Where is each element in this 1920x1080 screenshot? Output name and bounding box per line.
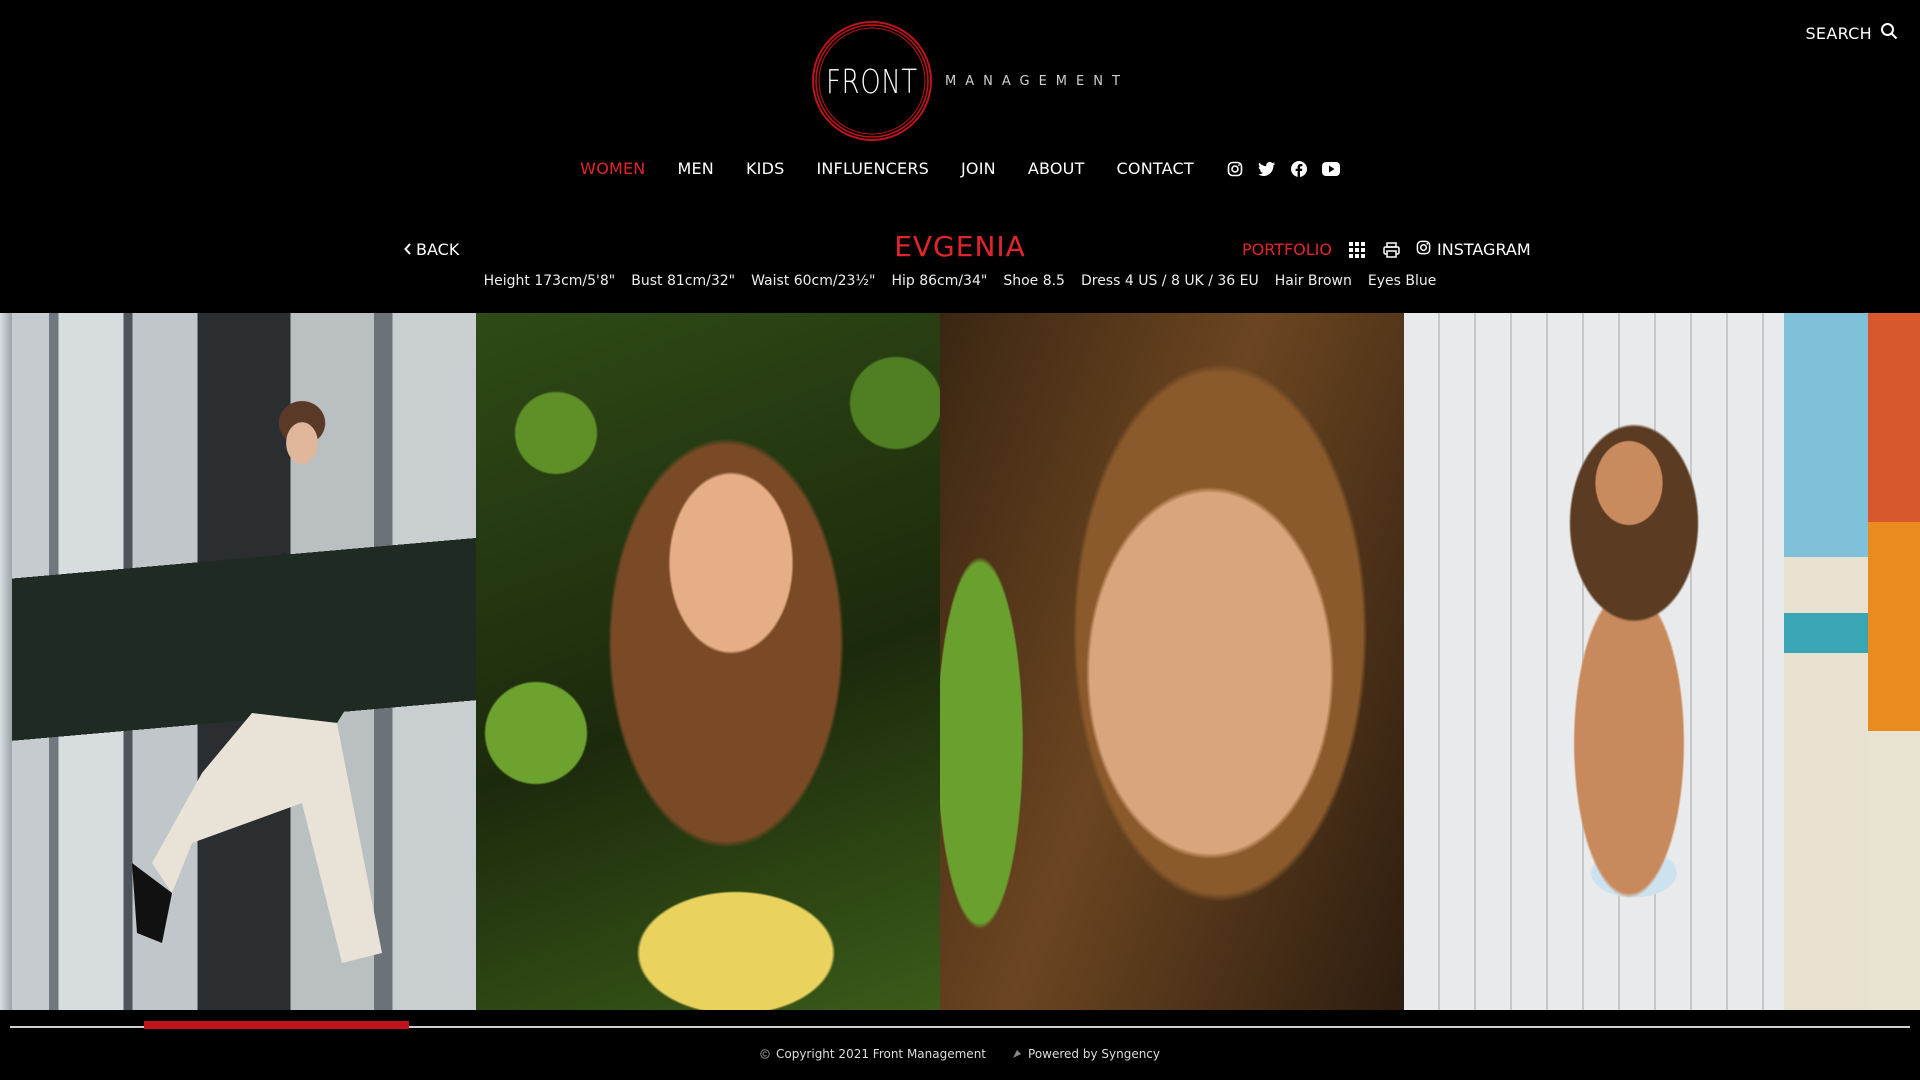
model-stats: Height 173cm/5'8" Bust 81cm/32" Waist 60… [0, 273, 1920, 289]
stat-eyes: Eyes Blue [1367, 273, 1437, 289]
model-actions: PORTFOLIO INSTAGRAM [1242, 240, 1531, 259]
powered-by[interactable]: Powered by Syngency [1012, 1047, 1160, 1061]
search-label: SEARCH [1805, 23, 1872, 43]
instagram-icon [1416, 240, 1431, 259]
main-nav: WOMEN MEN KIDS INFLUENCERS JOIN ABOUT CO… [0, 159, 1920, 178]
instagram-link[interactable]: INSTAGRAM [1416, 240, 1531, 259]
stat-height: Height 173cm/5'8" [483, 273, 616, 289]
gallery-photo[interactable] [940, 313, 1404, 1010]
twitter-icon[interactable] [1257, 160, 1276, 178]
gallery-photo[interactable] [12, 313, 476, 1010]
nav-item-about[interactable]: ABOUT [1028, 159, 1085, 178]
nav-item-men[interactable]: MEN [677, 159, 713, 178]
photo-gallery[interactable] [0, 313, 1920, 1010]
logo-ring: FRONT [809, 18, 935, 144]
nav-item-contact[interactable]: CONTACT [1117, 159, 1194, 178]
facebook-icon[interactable] [1290, 160, 1308, 178]
logo-management-text: MANAGEMENT [945, 73, 1129, 89]
footer: Copyright 2021 Front Management Powered … [0, 1047, 1920, 1061]
stat-dress: Dress 4 US / 8 UK / 36 EU [1080, 273, 1259, 289]
logo-front-text: FRONT [826, 61, 918, 101]
model-figure [132, 553, 382, 963]
copyright: Copyright 2021 Front Management [760, 1047, 986, 1061]
instagram-icon[interactable] [1226, 160, 1244, 178]
social-links [1226, 160, 1340, 178]
search-button[interactable]: SEARCH [1805, 22, 1898, 44]
youtube-icon[interactable] [1321, 160, 1340, 178]
stat-bust: Bust 81cm/32" [631, 273, 736, 289]
instagram-label: INSTAGRAM [1437, 240, 1531, 259]
model-name: EVGENIA [894, 230, 1026, 263]
gallery-photo[interactable] [476, 313, 940, 1010]
nav-item-women[interactable]: WOMEN [580, 159, 645, 178]
nav-item-join[interactable]: JOIN [961, 159, 996, 178]
gallery-photo[interactable] [1868, 313, 1920, 1010]
gallery-scroll-thumb[interactable] [144, 1021, 409, 1029]
nav-item-kids[interactable]: KIDS [746, 159, 785, 178]
gallery-photo[interactable] [1784, 313, 1868, 1010]
powered-by-text: Powered by Syngency [1028, 1047, 1161, 1061]
logo[interactable]: FRONT MANAGEMENT [809, 18, 1129, 144]
gallery-photo[interactable] [1404, 313, 1784, 1010]
nav-item-influencers[interactable]: INFLUENCERS [816, 159, 929, 178]
copyright-text: Copyright 2021 Front Management [775, 1047, 987, 1061]
stat-hair: Hair Brown [1274, 273, 1352, 289]
copyright-icon [760, 1049, 770, 1059]
grid-icon[interactable] [1348, 241, 1366, 259]
portfolio-link[interactable]: PORTFOLIO [1242, 240, 1332, 259]
syngency-icon [1012, 1049, 1022, 1059]
stat-waist: Waist 60cm/23½" [751, 273, 876, 289]
stat-hip: Hip 86cm/34" [891, 273, 988, 289]
search-icon [1880, 22, 1898, 44]
stat-shoe: Shoe 8.5 [1003, 273, 1065, 289]
gallery-photo[interactable] [0, 313, 12, 1010]
print-icon[interactable] [1382, 241, 1400, 259]
